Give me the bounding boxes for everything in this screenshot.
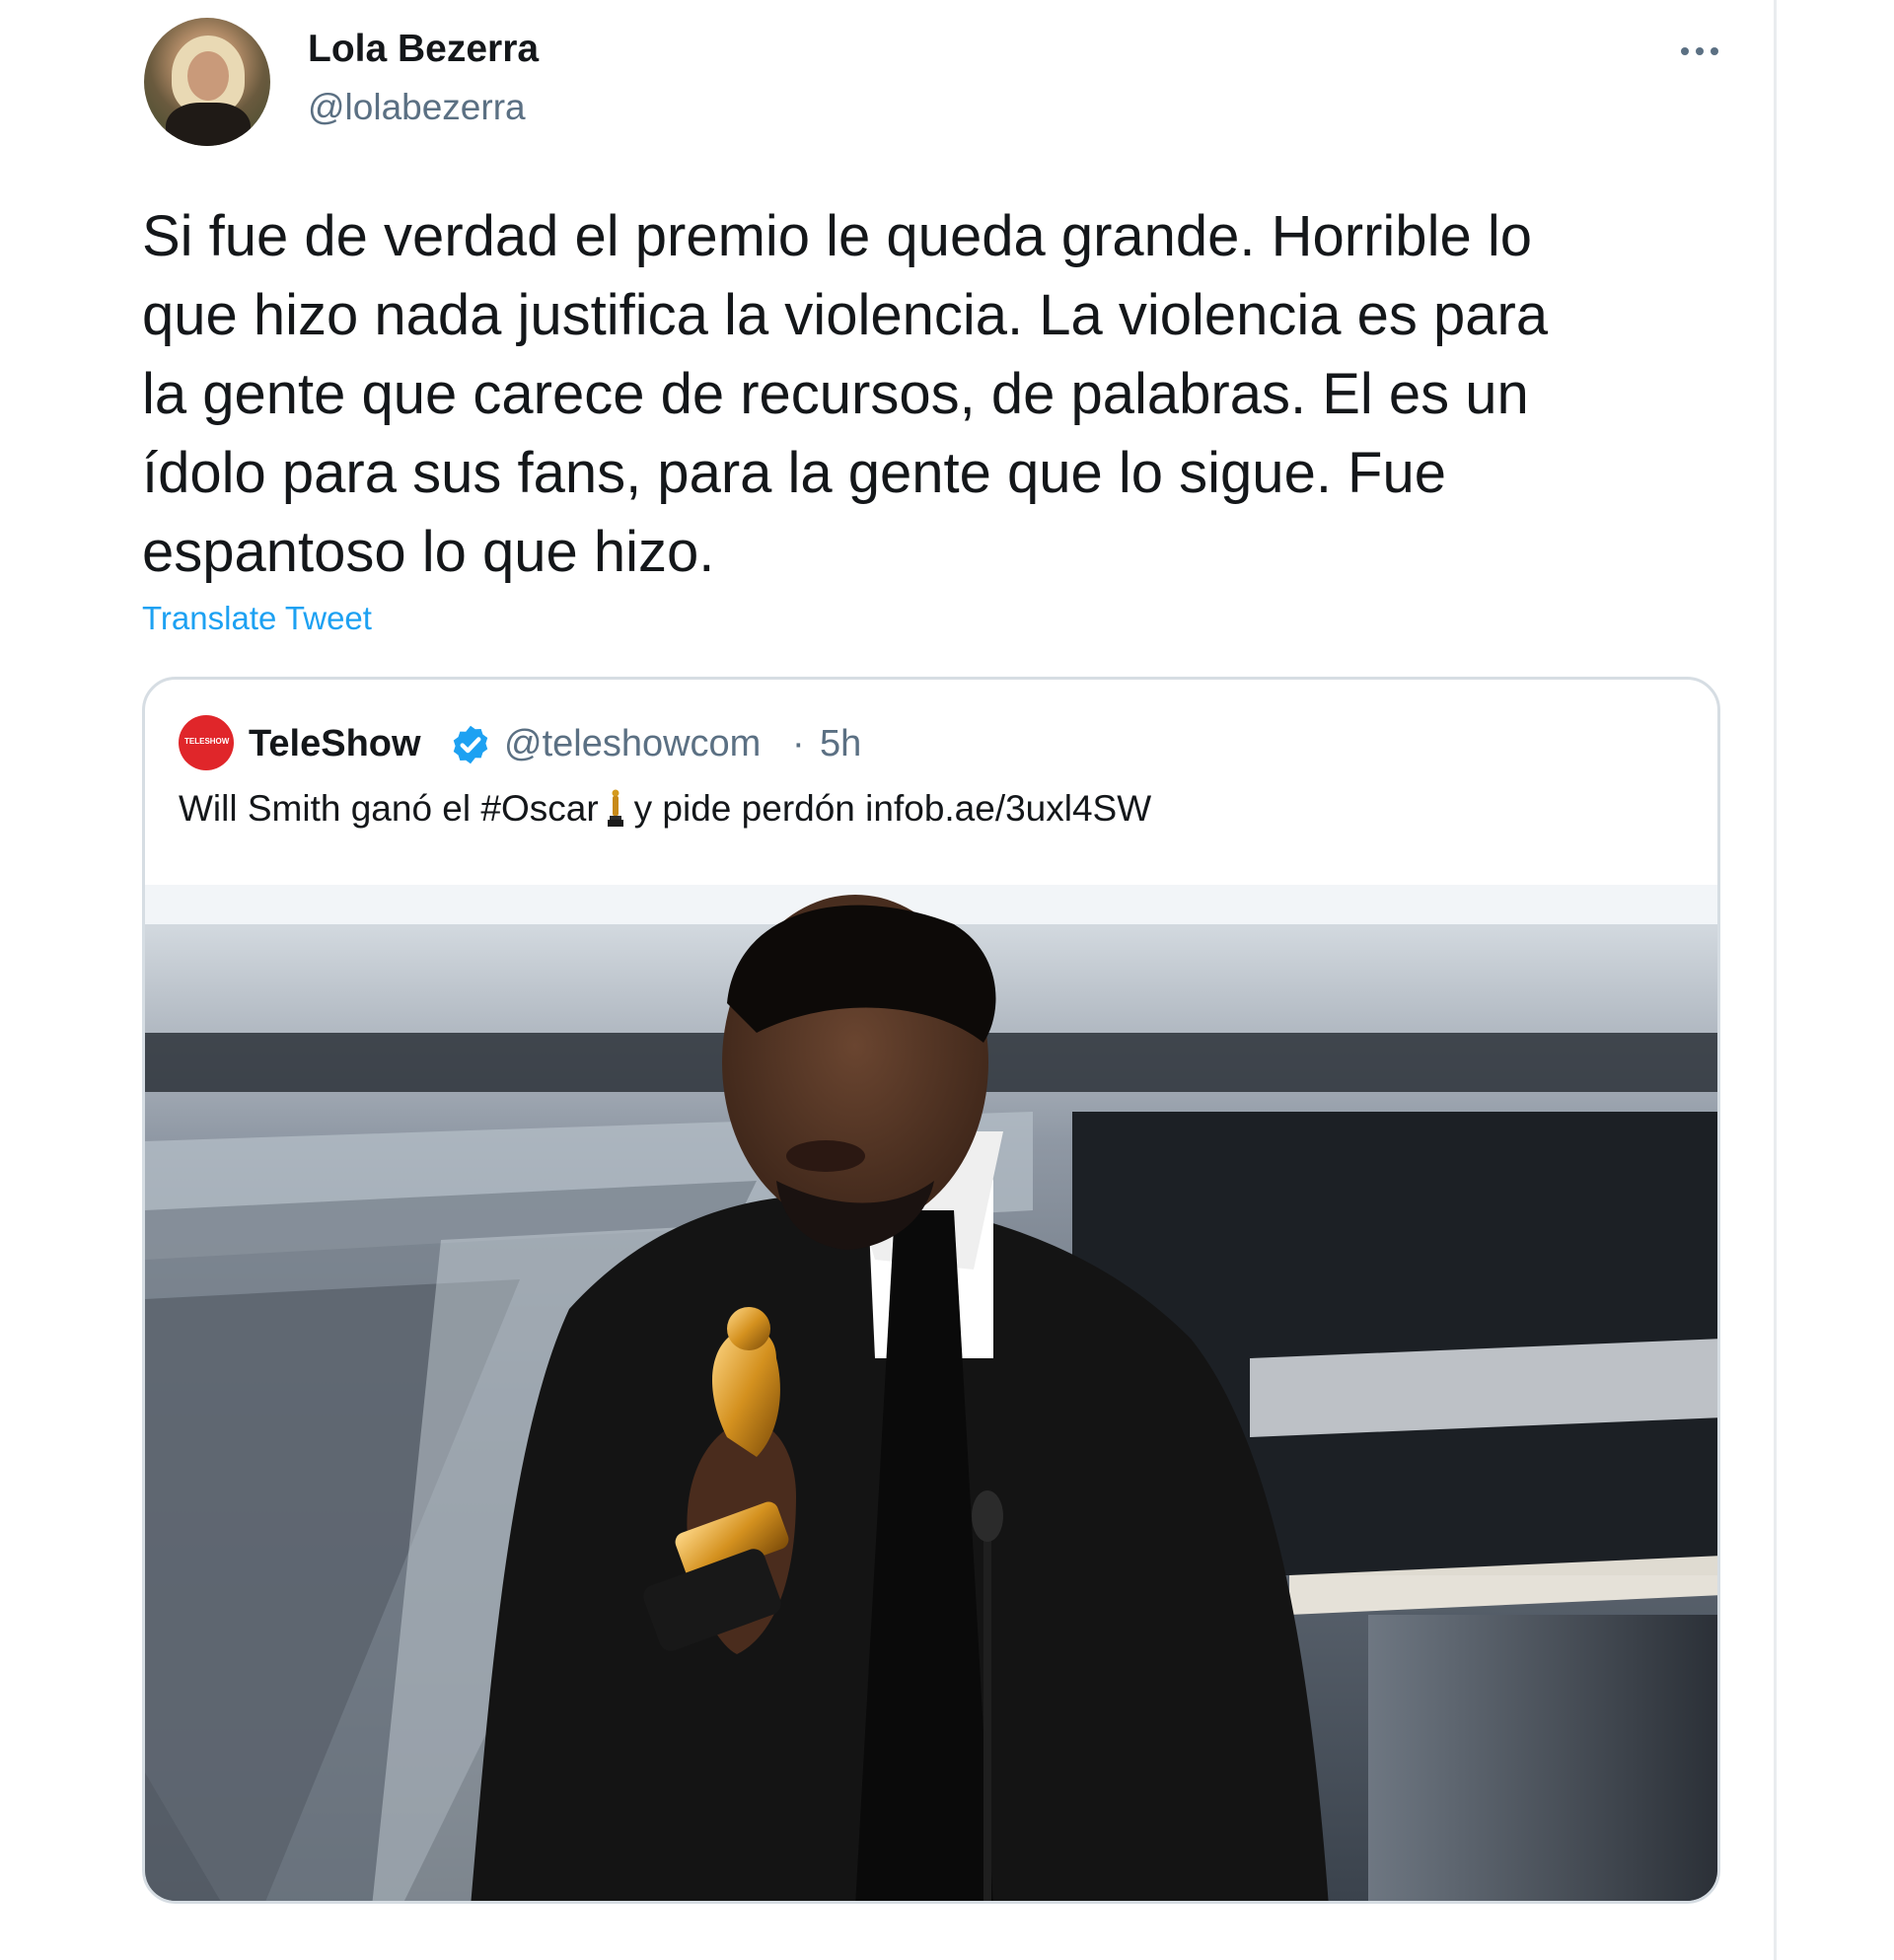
quoted-tweet-photo[interactable] <box>145 885 1717 1901</box>
quoted-author-avatar[interactable]: TELESHOW <box>179 715 234 770</box>
quoted-tweet-timestamp[interactable]: 5h <box>820 723 861 765</box>
translate-tweet-link[interactable]: Translate Tweet <box>142 600 372 637</box>
avatar-face <box>187 51 229 101</box>
more-options-button[interactable] <box>1675 30 1724 69</box>
meta-separator: · <box>792 723 805 764</box>
quoted-tweet-card[interactable]: TELESHOW TeleShow @teleshowcom · 5h Will… <box>142 677 1720 1904</box>
author-avatar[interactable] <box>144 18 270 146</box>
quoted-author-handle[interactable]: @teleshowcom <box>504 723 761 765</box>
more-horizontal-icon-dot <box>1711 47 1718 55</box>
tweet-text-line: espantoso lo que hizo. <box>142 520 715 584</box>
verified-badge-icon <box>453 725 488 764</box>
quoted-text-part: y pide perdón infob.ae/3uxl4SW <box>633 788 1152 829</box>
tweet-page: Lola Bezerra @lolabezerra Si fue de verd… <box>0 0 1894 1960</box>
more-horizontal-icon <box>1681 47 1689 55</box>
avatar-body <box>166 103 251 146</box>
tweet-text-line: la gente que carece de recursos, de pala… <box>142 362 1529 426</box>
quoted-author-display-name[interactable]: TeleShow <box>249 723 421 765</box>
oscar-ceremony-photo <box>145 885 1717 1901</box>
quoted-text-part: Will Smith ganó el #Oscar <box>179 788 599 829</box>
timeline-divider <box>1774 0 1777 1960</box>
author-handle[interactable]: @lolabezerra <box>308 87 526 128</box>
oscar-statuette-icon <box>607 789 623 827</box>
teleshow-logo: TELESHOW <box>184 737 230 746</box>
more-horizontal-icon-dot <box>1696 47 1704 55</box>
quoted-tweet-text: Will Smith ganó el #Oscar y pide perdón … <box>179 788 1151 830</box>
tweet-text: Si fue de verdad el premio le queda gran… <box>142 197 1720 592</box>
tweet-text-line: ídolo para sus fans, para la gente que l… <box>142 441 1446 505</box>
author-display-name[interactable]: Lola Bezerra <box>308 28 539 71</box>
tweet-text-line: que hizo nada justifica la violencia. La… <box>142 283 1549 347</box>
tweet-text-line: Si fue de verdad el premio le queda gran… <box>142 204 1532 268</box>
